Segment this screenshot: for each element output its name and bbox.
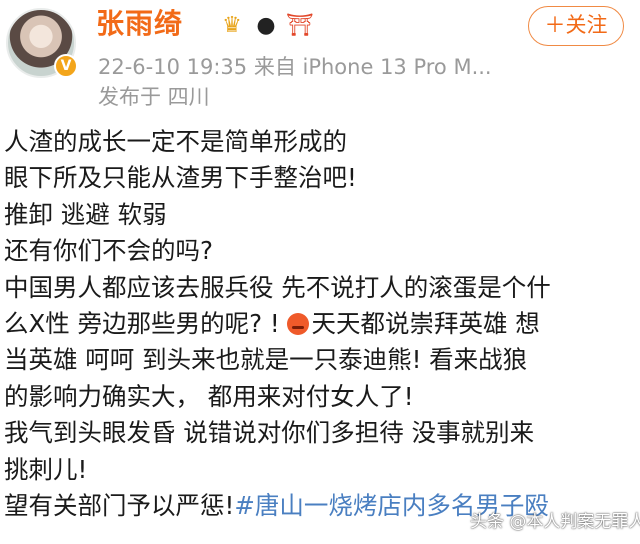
content-text: 么X性 旁边那些男的呢? !	[4, 309, 280, 339]
torii-icon[interactable]: ⛩	[286, 12, 314, 40]
watermark: 头条 @本人判案无罪人	[470, 512, 640, 532]
content-line: 还有你们不会的吗?	[4, 236, 214, 266]
content-line: 我气到头眼发昏 说错说对你们多担待 没事就别来	[4, 418, 535, 448]
content-line: 中国男人都应该去服兵役 先不说打人的滚蛋是个什	[4, 272, 551, 302]
content-line: 挑刺儿!	[4, 454, 88, 484]
content-text: 望有关部门予以严惩!	[4, 491, 235, 521]
content-line: 推卸 逃避 软弱	[4, 199, 167, 229]
post-meta: 22-6-10 19:35 来自 iPhone 13 Pro M...	[98, 55, 492, 79]
content-line: 么X性 旁边那些男的呢? ! 天天都说崇拜英雄 想	[4, 306, 636, 342]
angry-emoji-icon	[287, 313, 310, 336]
username[interactable]: 张雨绮	[96, 4, 183, 44]
follow-button[interactable]: ＋关注	[528, 6, 624, 46]
panda-icon[interactable]: ●	[252, 12, 280, 40]
content-line: 的影响力确实大， 都用来对付女人了!	[4, 381, 414, 411]
post-header: V 张雨绮 ♛ ● ⛩ 22-6-10 19:35 来自 iPhone 13 P…	[0, 0, 640, 120]
content-line: 当英雄 呵呵 到头来也就是一只泰迪熊! 看来战狼	[4, 345, 528, 375]
verified-badge-icon: V	[54, 54, 78, 78]
post-location: 发布于 四川	[98, 85, 210, 109]
content-text: 天天都说崇拜英雄 想	[311, 309, 540, 339]
post-content: 人渣的成长一定不是简单形成的 眼下所及只能从渣男下手整治吧! 推卸 逃避 软弱 …	[4, 124, 636, 524]
content-line: 人渣的成长一定不是简单形成的	[4, 127, 347, 156]
content-line: 眼下所及只能从渣男下手整治吧!	[4, 163, 357, 193]
crown-icon[interactable]: ♛	[218, 12, 246, 40]
